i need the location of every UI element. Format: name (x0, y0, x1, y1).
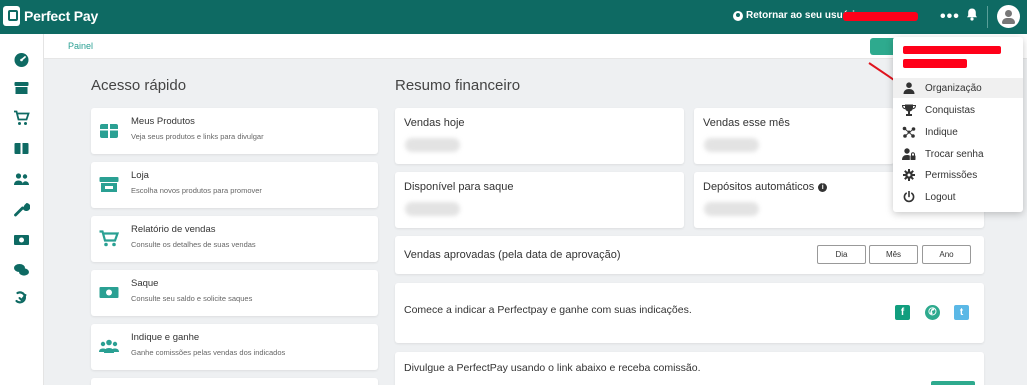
brand-name: Perfect Pay (24, 8, 99, 24)
period-month-button[interactable]: Mês (869, 245, 918, 264)
card-label: Depósitos automáticos (703, 181, 815, 193)
menu-item-organizacao[interactable]: Organização (893, 78, 1023, 98)
cart-icon[interactable] (13, 110, 30, 126)
info-icon[interactable]: i (818, 182, 828, 192)
period-year-button[interactable]: Ano (922, 245, 971, 264)
period-day-button[interactable]: Dia (817, 245, 866, 264)
card-disponivel-saque: Disponível para saque (395, 172, 684, 228)
quick-card-title: Saque (131, 278, 159, 289)
refer-text: Comece a indicar a Perfectpay e ganhe co… (404, 304, 692, 316)
user-icon (903, 82, 915, 94)
avatar[interactable] (997, 5, 1020, 28)
money-icon (99, 287, 119, 298)
hidden-value (704, 138, 759, 152)
card-divulgue: Divulgue a PerfectPay usando o link abai… (395, 352, 984, 385)
menu-item-label: Indique (925, 126, 958, 138)
card-label: Vendas hoje (404, 117, 465, 129)
sidebar (0, 34, 44, 385)
menu-item-indique[interactable]: Indique (893, 122, 1023, 142)
user-dropdown-menu: Organização Conquistas Indique Trocar se… (893, 37, 1023, 212)
dashboard-icon[interactable] (13, 52, 30, 68)
return-to-user-link[interactable]: Retornar ao seu usuário (733, 10, 861, 21)
quick-card-loja[interactable]: Loja Escolha novos produtos para promove… (91, 162, 378, 208)
quick-access-title: Acesso rápido (91, 77, 187, 94)
copy-link-button[interactable] (931, 381, 975, 385)
quick-card-desc: Consulte seu saldo e solicite saques (131, 294, 253, 303)
facebook-icon[interactable]: f (895, 305, 910, 320)
logo[interactable]: Perfect Pay (3, 6, 98, 26)
menu-item-conquistas[interactable]: Conquistas (893, 100, 1023, 120)
quick-card-indique-ganhe[interactable]: Indique e ganhe Ganhe comissões pelas ve… (91, 324, 378, 370)
users-icon (99, 339, 119, 353)
hidden-value (704, 202, 759, 216)
top-bar: Perfect Pay Retornar ao seu usuário ••• (0, 0, 1027, 34)
twitter-icon[interactable]: t (954, 305, 969, 320)
redacted-username (843, 12, 918, 21)
hidden-value (405, 202, 460, 216)
money-icon[interactable] (13, 232, 30, 248)
quick-card-desc: Veja seus produtos e links para divulgar (131, 132, 264, 141)
store-icon (99, 177, 119, 192)
topbar-divider (987, 6, 988, 28)
quick-card-relatorio-vendas[interactable]: Relatório de vendas Consulte os detalhes… (91, 216, 378, 262)
quick-card-saque[interactable]: Saque Consulte seu saldo e solicite saqu… (91, 270, 378, 316)
card-label: Vendas esse mês (703, 117, 790, 129)
promote-text: Divulgue a PerfectPay usando o link abai… (404, 362, 701, 374)
share-icon (902, 126, 916, 138)
quick-card-title: Loja (131, 170, 149, 181)
menu-item-trocar-senha[interactable]: Trocar senha (893, 144, 1023, 164)
menu-item-logout[interactable]: Logout (893, 187, 1023, 207)
card-label-wrap: Depósitos automáticos i (703, 181, 828, 193)
trophy-icon (902, 104, 916, 116)
power-icon (903, 191, 915, 203)
gear-icon (903, 169, 915, 181)
quick-card-title: Relatório de vendas (131, 224, 216, 235)
card-label: Vendas aprovadas (pela data de aprovação… (404, 249, 621, 261)
quick-card-title: Meus Produtos (131, 116, 195, 127)
card-vendas-mes: Vendas esse mês (694, 108, 894, 164)
breadcrumb-bar: Painel (44, 34, 1027, 59)
more-options-icon[interactable]: ••• (940, 8, 960, 26)
quick-card-desc: Ganhe comissões pelas vendas dos indicad… (131, 348, 286, 357)
card-vendas-aprovadas: Vendas aprovadas (pela data de aprovação… (395, 236, 984, 274)
quick-card-desc: Consulte os detalhes de suas vendas (131, 240, 256, 249)
menu-item-label: Conquistas (925, 104, 976, 116)
menu-item-label: Permissões (925, 169, 978, 181)
store-icon[interactable] (13, 80, 30, 96)
breadcrumb[interactable]: Painel (68, 41, 93, 51)
menu-item-label: Logout (925, 191, 956, 203)
quick-card-partial[interactable] (91, 378, 378, 385)
wrench-icon[interactable] (13, 201, 30, 217)
card-indique: Comece a indicar a Perfectpay e ganhe co… (395, 283, 984, 343)
menu-item-permissoes[interactable]: Permissões (893, 165, 1023, 185)
quick-card-desc: Escolha novos produtos para promover (131, 186, 262, 195)
redacted-email (903, 59, 967, 68)
redacted-name (903, 46, 1001, 54)
quick-card-title: Indique e ganhe (131, 332, 200, 343)
user-circle-icon (733, 10, 743, 21)
cart-icon (99, 230, 119, 247)
whatsapp-icon[interactable]: ✆ (925, 305, 940, 320)
user-lock-icon (902, 148, 916, 160)
users-icon[interactable] (13, 171, 30, 187)
quick-card-meus-produtos[interactable]: Meus Produtos Veja seus produtos e links… (91, 108, 378, 154)
logo-icon (3, 6, 20, 26)
card-label: Disponível para saque (404, 181, 514, 193)
box-icon (100, 124, 118, 138)
chat-icon[interactable] (13, 262, 30, 278)
bell-icon[interactable] (966, 8, 978, 21)
card-vendas-hoje: Vendas hoje (395, 108, 684, 164)
menu-item-label: Trocar senha (925, 148, 984, 160)
hidden-value (405, 138, 460, 152)
menu-item-label: Organização (925, 82, 982, 94)
support-icon[interactable] (13, 290, 30, 306)
box-icon[interactable] (13, 140, 30, 156)
finance-summary-title: Resumo financeiro (395, 77, 521, 94)
